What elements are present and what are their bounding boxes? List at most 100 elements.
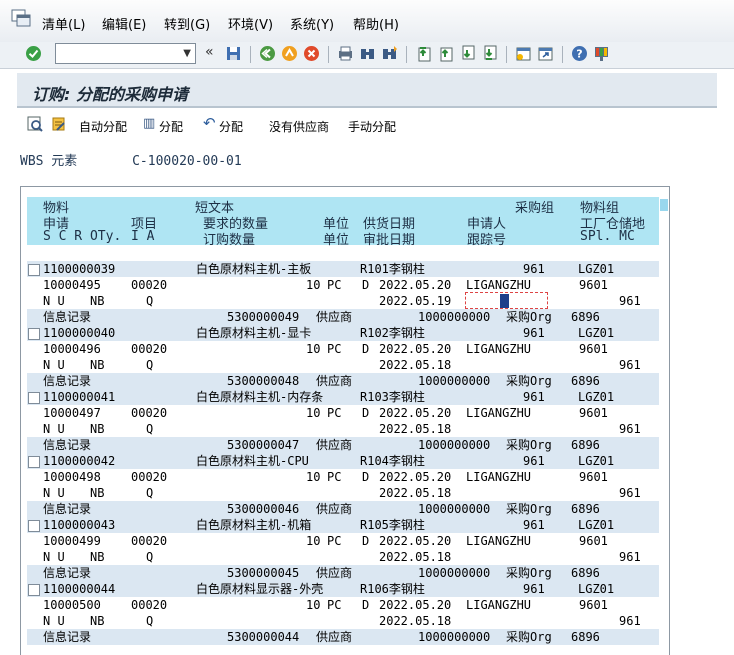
row-req: 10000498: [43, 470, 101, 484]
sap-window-icon[interactable]: [11, 9, 31, 27]
row-mgrp: LGZ01: [578, 262, 615, 276]
assignment-icon[interactable]: [51, 116, 67, 132]
chevron-down-icon[interactable]: ▼: [183, 48, 191, 59]
menu-edit[interactable]: 编辑(E): [102, 14, 146, 33]
find-icon[interactable]: [359, 45, 376, 62]
collapse-icon[interactable]: «: [205, 44, 214, 60]
row-porg_label: 采购Org: [506, 310, 552, 324]
row-info: 信息记录: [43, 374, 92, 388]
row-material: 1100000039: [43, 262, 116, 276]
row-adate: 2022.05.18: [379, 422, 452, 436]
row-order: 1000000000: [418, 630, 491, 644]
row-porg_label: 采购Org: [506, 374, 552, 388]
header-tracking: 跟踪号: [467, 233, 507, 248]
row-qty: 10: [306, 342, 321, 356]
create-session-icon[interactable]: [515, 45, 532, 62]
row-s: N U: [43, 294, 65, 308]
row-order: 1000000000: [418, 438, 491, 452]
row-checkbox[interactable]: [28, 520, 40, 532]
save-icon[interactable]: [225, 45, 242, 62]
menu-goto[interactable]: 转到(G): [164, 14, 210, 33]
menu-list[interactable]: 清单(L): [42, 14, 85, 33]
row-fixed: R105李钢柱: [360, 518, 425, 532]
menu-bar: 清单(L) 编辑(E) 转到(G) 环境(V) 系统(Y) 帮助(H): [0, 0, 734, 43]
auto-assign-button[interactable]: 自动分配: [79, 118, 127, 135]
exit-icon[interactable]: [281, 45, 298, 62]
row-a: Q: [146, 614, 154, 628]
row-spl: 961: [619, 358, 641, 372]
row-fixed: R101李钢柱: [360, 262, 425, 276]
print-icon[interactable]: [337, 45, 354, 62]
row-a: Q: [146, 358, 154, 372]
row-adate: 2022.05.18: [379, 358, 452, 372]
row-checkbox[interactable]: [28, 392, 40, 404]
assign-return-button[interactable]: 分配: [219, 118, 243, 135]
row-unit: PC: [327, 342, 342, 356]
row-porg: 6896: [571, 502, 600, 516]
row-mgrp: LGZ01: [578, 326, 615, 340]
row-adate: 2022.05.18: [379, 486, 452, 500]
row-d: D: [362, 598, 370, 612]
row-band: [27, 389, 659, 405]
row-unit: PC: [327, 278, 342, 292]
command-field[interactable]: ▼: [55, 43, 196, 64]
detail-icon[interactable]: [27, 116, 43, 132]
row-qty: 10: [306, 406, 321, 420]
enter-icon[interactable]: [25, 45, 42, 62]
row-checkbox[interactable]: [28, 584, 40, 596]
row-requester: LIGANGZHU: [466, 470, 532, 484]
row-adate: 2022.05.19: [379, 294, 452, 308]
header-spl-mc: SPl. MC: [580, 229, 635, 244]
assign-button[interactable]: 分配: [159, 118, 183, 135]
row-porg_label: 采购Org: [506, 566, 552, 580]
help-icon[interactable]: ?: [571, 45, 588, 62]
menu-environment[interactable]: 环境(V): [228, 14, 273, 33]
row-fixed: R102李钢柱: [360, 326, 425, 340]
first-page-icon[interactable]: [415, 45, 432, 62]
header-order-qty: 订购数量: [203, 233, 256, 248]
row-spl: 961: [619, 294, 641, 308]
shortcut-icon[interactable]: [537, 45, 554, 62]
wbs-label: WBS 元素: [20, 154, 78, 169]
row-plant: 9601: [579, 406, 608, 420]
row-checkbox[interactable]: [28, 264, 40, 276]
row-fixed: R106李钢柱: [360, 582, 425, 596]
row-info: 信息记录: [43, 502, 92, 516]
back-icon[interactable]: [259, 45, 276, 62]
customize-layout-icon[interactable]: [593, 45, 610, 62]
row-vlabel: 供应商: [316, 566, 353, 580]
row-spl: 961: [619, 614, 641, 628]
manual-assign-button[interactable]: 手动分配: [348, 118, 396, 135]
row-unit: PC: [327, 598, 342, 612]
svg-text:?: ?: [576, 48, 582, 61]
row-pgrp: 961: [523, 582, 545, 596]
row-spl: 961: [619, 422, 641, 436]
row-date: 2022.05.20: [379, 278, 452, 292]
row-checkbox[interactable]: [28, 328, 40, 340]
row-ty: NB: [90, 358, 105, 372]
header-approval-date: 审批日期: [363, 233, 416, 248]
row-s: N U: [43, 358, 65, 372]
row-item: 00020: [131, 406, 168, 420]
row-mgrp: LGZ01: [578, 454, 615, 468]
row-plant: 9601: [579, 534, 608, 548]
scrollbar-thumb[interactable]: [660, 199, 668, 211]
row-qty: 10: [306, 470, 321, 484]
row-ty: NB: [90, 486, 105, 500]
row-date: 2022.05.20: [379, 470, 452, 484]
row-d: D: [362, 406, 370, 420]
prev-page-icon[interactable]: [437, 45, 454, 62]
no-vendor-button[interactable]: 没有供应商: [269, 118, 329, 135]
row-checkbox[interactable]: [28, 456, 40, 468]
row-band: [27, 453, 659, 469]
cancel-icon[interactable]: [303, 45, 320, 62]
row-porg: 6896: [571, 374, 600, 388]
row-plant: 9601: [579, 278, 608, 292]
header-status: S C R OTy.: [43, 229, 122, 244]
next-page-icon[interactable]: [459, 45, 476, 62]
find-next-icon[interactable]: [381, 45, 398, 62]
last-page-icon[interactable]: [481, 45, 498, 62]
row-s: N U: [43, 614, 65, 628]
menu-help[interactable]: 帮助(H): [353, 14, 399, 33]
menu-system[interactable]: 系统(Y): [290, 14, 334, 33]
